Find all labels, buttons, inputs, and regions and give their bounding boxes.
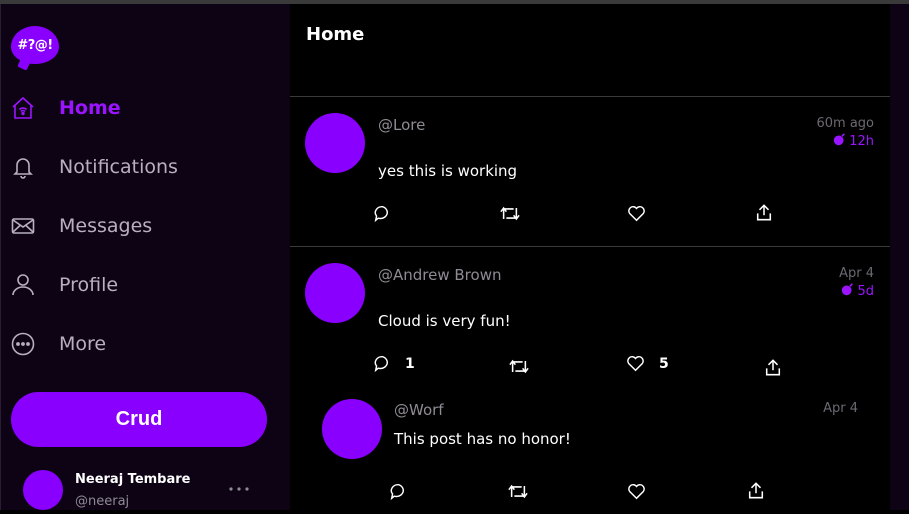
nav-item-notifications[interactable]: Notifications	[11, 147, 178, 187]
comment-icon	[374, 355, 391, 372]
reply-button[interactable]	[374, 205, 391, 222]
right-panel-edge	[890, 4, 909, 510]
repost-icon	[509, 358, 529, 375]
post-time: Apr 4	[823, 401, 858, 416]
bomb-icon	[841, 283, 854, 300]
post-item[interactable]: @Lore 60m ago 12h yes this is working	[290, 97, 890, 246]
nav-item-more[interactable]: More	[11, 324, 106, 364]
post-handle[interactable]: @Worf	[394, 401, 444, 419]
like-button[interactable]	[627, 205, 646, 222]
post-text: This post has no honor!	[394, 430, 571, 448]
share-button[interactable]	[755, 203, 773, 222]
nav-label-home: Home	[59, 97, 121, 119]
post-expiry: 12h	[833, 133, 874, 150]
avatar	[23, 470, 63, 510]
reply-button[interactable]	[390, 483, 407, 500]
app-logo[interactable]: #?@!	[11, 26, 59, 64]
page-title: Home	[306, 24, 365, 45]
reply-count: 1	[405, 355, 415, 372]
bell-icon	[11, 155, 35, 179]
avatar[interactable]	[305, 263, 365, 323]
repost-icon	[500, 205, 520, 222]
nav-item-messages[interactable]: Messages	[11, 206, 152, 246]
envelope-icon	[11, 214, 35, 238]
post-item[interactable]: @Andrew Brown Apr 4 5d Cloud is very fun…	[290, 247, 890, 387]
user-card[interactable]: Neeraj Tembare @neeraj	[23, 470, 279, 514]
like-button[interactable]: 5	[626, 355, 669, 372]
like-count: 5	[659, 355, 669, 372]
logo-text: #?@!	[17, 37, 53, 53]
reply-post-item[interactable]: @Worf Apr 4 This post has no honor!	[290, 387, 890, 510]
post-time: 60m ago	[816, 116, 874, 131]
nav-label-profile: Profile	[59, 274, 119, 296]
share-button[interactable]	[764, 358, 782, 377]
crud-button[interactable]: Crud	[11, 392, 267, 447]
post-text: yes this is working	[378, 162, 518, 180]
heart-icon	[627, 205, 646, 222]
repost-button[interactable]	[500, 205, 520, 222]
nav-label-notifications: Notifications	[59, 156, 178, 178]
share-icon	[755, 203, 773, 222]
nav-item-profile[interactable]: Profile	[11, 265, 118, 305]
sidebar: #?@! Home Notifications Messages Profile…	[0, 4, 291, 510]
repost-icon	[508, 483, 528, 500]
bomb-icon	[833, 133, 846, 150]
nav-label-more: More	[59, 333, 107, 355]
main-feed: Home @Lore 60m ago 12h yes this is worki…	[290, 4, 890, 510]
post-text: Cloud is very fun!	[378, 312, 511, 330]
post-handle[interactable]: @Andrew Brown	[378, 266, 501, 284]
heart-icon	[627, 483, 646, 500]
post-expiry-text: 12h	[849, 134, 874, 149]
repost-button[interactable]	[509, 358, 529, 375]
nav-label-messages: Messages	[59, 215, 153, 237]
heart-icon	[626, 355, 645, 372]
like-button[interactable]	[627, 483, 646, 500]
home-icon	[11, 96, 35, 120]
avatar[interactable]	[322, 399, 382, 459]
avatar[interactable]	[305, 113, 365, 173]
share-icon	[764, 358, 782, 377]
post-time: Apr 4	[839, 266, 874, 281]
user-handle: @neeraj	[75, 494, 130, 509]
post-expiry-text: 5d	[857, 284, 874, 299]
share-icon	[747, 481, 765, 500]
post-handle[interactable]: @Lore	[378, 116, 425, 134]
more-dots-icon[interactable]	[227, 480, 251, 492]
more-circle-icon	[11, 332, 35, 356]
share-button[interactable]	[747, 481, 765, 500]
reply-button[interactable]: 1	[374, 355, 415, 372]
user-display-name: Neeraj Tembare	[75, 472, 191, 487]
post-expiry: 5d	[841, 283, 874, 300]
nav-item-home[interactable]: Home	[11, 88, 121, 128]
repost-button[interactable]	[508, 483, 528, 500]
comment-icon	[374, 205, 391, 222]
user-icon	[11, 273, 35, 297]
comment-icon	[390, 483, 407, 500]
